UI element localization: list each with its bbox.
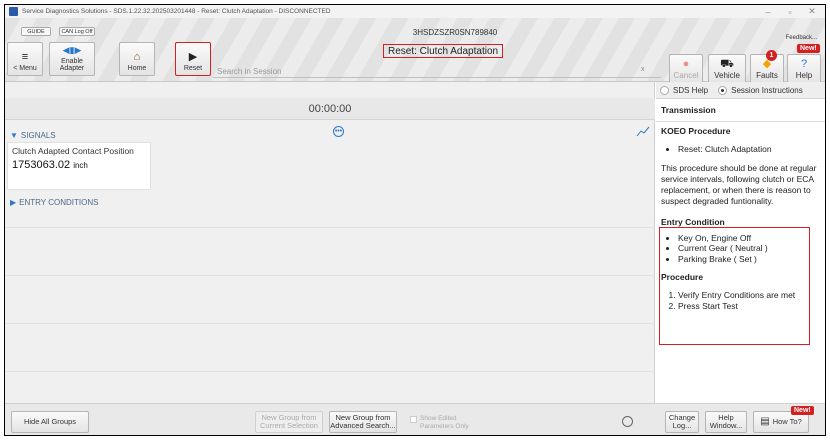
entry-conditions-label: ENTRY CONDITIONS [19, 198, 99, 207]
help-new-badge: New! [797, 44, 820, 53]
signal-name: Clutch Adapted Contact Position [12, 146, 134, 156]
divider [5, 371, 655, 372]
stop-icon: ● [682, 58, 690, 70]
koeo-list: Reset: Clutch Adaptation [656, 144, 825, 155]
faults-button[interactable]: 1 ◆ Faults [750, 50, 784, 84]
expand-arrow-icon: ▶ [10, 198, 17, 207]
help-icon: ? [800, 58, 808, 70]
search-input[interactable]: Search in Session [213, 65, 661, 78]
instructions-panel: SDS Help Session Instructions Transmissi… [656, 82, 825, 403]
reset-button[interactable]: ▶ Reset [175, 42, 211, 76]
vehicle-label: Vehicle [714, 71, 740, 80]
signal-unit: inch [73, 161, 88, 170]
app-window: Service Diagnostics Solutions - SDS.1.22… [4, 4, 826, 436]
show-edited-checkbox[interactable]: Show Edited Parameters Only [410, 415, 476, 431]
entry-conditions-header[interactable]: ▶ ENTRY CONDITIONS [10, 198, 98, 207]
search-clear-icon[interactable]: x [641, 66, 645, 73]
can-log-button[interactable]: CAN Log Off [59, 27, 95, 36]
how-to-label: How To? [772, 417, 802, 426]
session-timer: 00:00:00 [5, 98, 655, 120]
panel-section-title: Transmission [661, 105, 716, 115]
reset-label: Reset [183, 65, 203, 72]
vehicle-button[interactable]: ⛟ Vehicle [708, 54, 746, 84]
procedure-description: This procedure should be done at regular… [661, 162, 817, 206]
faults-count-badge: 1 [766, 50, 777, 61]
divider [5, 275, 655, 276]
menu-label: < Menu [13, 65, 37, 72]
hide-all-groups-button[interactable]: Hide All Groups [11, 411, 89, 433]
home-label: Home [127, 65, 147, 72]
highlight-box [659, 227, 810, 345]
radio-selected-icon [718, 85, 728, 95]
chart-icon[interactable] [636, 126, 650, 137]
change-log-button[interactable]: Change Log... [665, 411, 699, 433]
window-title: Service Diagnostics Solutions - SDS.1.22… [22, 8, 331, 15]
divider [656, 121, 825, 122]
help-label: Help [795, 71, 813, 80]
list-item: Reset: Clutch Adaptation [678, 144, 825, 155]
guide-button[interactable]: GUIDE [21, 27, 51, 36]
signal-card[interactable]: Clutch Adapted Contact Position 1753063.… [7, 142, 151, 190]
help-window-button[interactable]: Help Window... [705, 411, 747, 433]
koeo-title: KOEO Procedure [661, 126, 731, 136]
bottom-bar: Hide All Groups New Group from Current S… [5, 403, 825, 435]
adapter-icon: ◀▮▶ [62, 45, 82, 55]
enable-adapter-label: Enable Adapter [59, 58, 85, 72]
close-button[interactable]: ✕ [801, 5, 823, 18]
signals-section-header[interactable]: ▼ SIGNALS [10, 131, 56, 140]
tab-session-label: Session Instructions [731, 85, 803, 95]
divider [5, 323, 655, 324]
home-button[interactable]: ⌂ Home [119, 42, 155, 76]
panel-tabs: SDS Help Session Instructions [656, 82, 825, 99]
tab-sds-help-label: SDS Help [673, 85, 709, 95]
more-options-icon[interactable]: ••• [333, 126, 344, 137]
new-group-current-button[interactable]: New Group from Current Selection [255, 411, 323, 433]
cancel-button[interactable]: ● Cancel [669, 54, 703, 84]
app-logo-icon [9, 7, 18, 16]
toolbar: GUIDE CAN Log Off ≡ < Menu ◀▮▶ Enable Ad… [5, 18, 825, 84]
tab-sds-help[interactable]: SDS Help [660, 85, 709, 95]
radio-icon [660, 85, 669, 95]
title-bar: Service Diagnostics Solutions - SDS.1.22… [5, 5, 825, 18]
maximize-button[interactable]: ▫ [779, 5, 801, 18]
help-button[interactable]: ? Help [787, 54, 821, 84]
enable-adapter-button[interactable]: ◀▮▶ Enable Adapter [49, 42, 95, 76]
tab-session-instructions[interactable]: Session Instructions [718, 85, 803, 95]
new-group-advanced-button[interactable]: New Group from Advanced Search... [329, 411, 397, 433]
how-to-new-badge: New! [791, 406, 814, 415]
home-icon: ⌂ [133, 51, 141, 63]
hamburger-icon: ≡ [21, 51, 29, 63]
signal-value: 1753063.02 [12, 159, 71, 171]
divider [5, 227, 655, 228]
menu-button[interactable]: ≡ < Menu [7, 42, 43, 76]
globe-icon[interactable] [622, 416, 633, 427]
checkbox-icon [410, 416, 417, 423]
vin-label: 3HSDZSZR0SN789840 [412, 28, 498, 37]
cancel-label: Cancel [673, 71, 699, 80]
play-icon: ▶ [188, 51, 198, 63]
signal-value-row: 1753063.02 inch [12, 159, 146, 171]
minimize-button[interactable]: – [757, 5, 779, 18]
signals-header-label: SIGNALS [20, 131, 56, 140]
show-edited-label: Show Edited Parameters Only [420, 415, 469, 430]
page-title: Reset: Clutch Adaptation [383, 44, 504, 58]
feedback-link[interactable]: Feedback... [786, 35, 817, 41]
collapse-arrow-icon: ▼ [10, 131, 18, 140]
signals-area: 00:00:00 ▼ SIGNALS ••• Clutch Adapted Co… [5, 82, 655, 403]
vehicle-icon: ⛟ [720, 58, 734, 70]
entry-condition-title: Entry Condition [661, 216, 725, 227]
film-icon: ▤ [760, 416, 770, 427]
faults-label: Faults [756, 71, 778, 80]
